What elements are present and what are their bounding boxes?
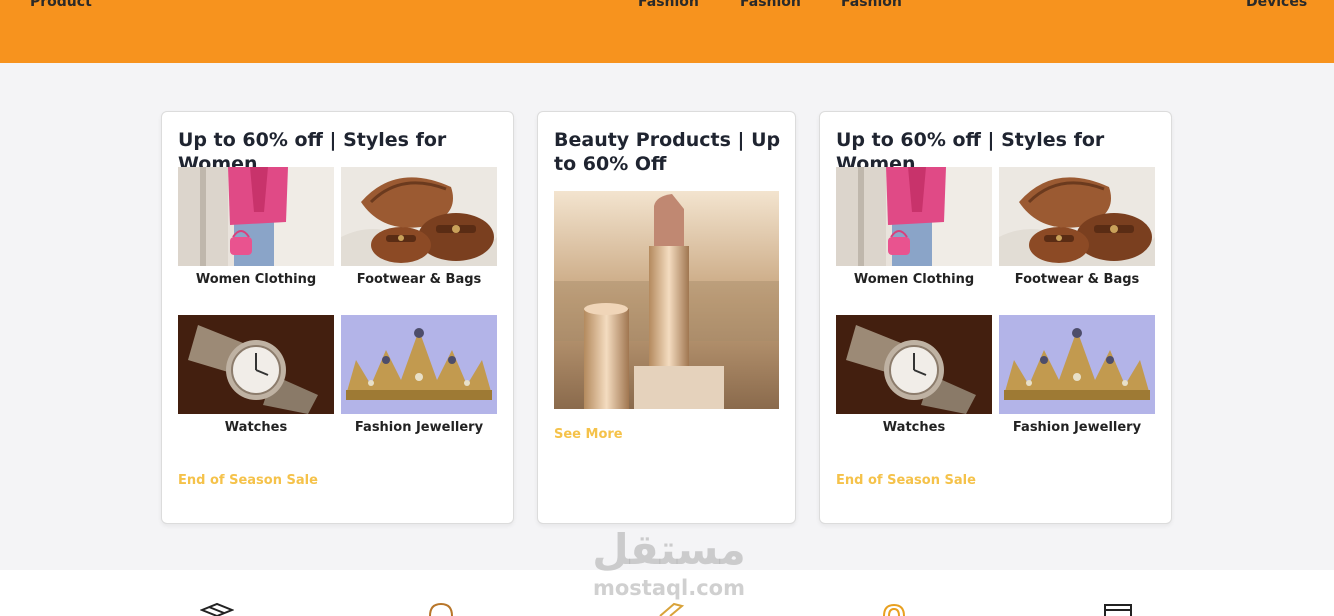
promo-card-beauty: Beauty Products | Up to 60% Off See More xyxy=(537,111,796,524)
nav-item-fashion-2[interactable]: Fashion xyxy=(740,0,801,10)
promo-card-women-styles-2: Up to 60% off | Styles for Women Women C… xyxy=(819,111,1172,524)
nav-item-devices[interactable]: Devices xyxy=(1246,0,1307,10)
box-icon xyxy=(200,602,234,616)
tile-label-fashion-jewellery[interactable]: Fashion Jewellery xyxy=(999,420,1155,435)
features-strip xyxy=(0,570,1334,616)
nav-item-fashion-3[interactable]: Fashion xyxy=(841,0,902,10)
end-of-season-sale-link[interactable]: End of Season Sale xyxy=(178,473,318,488)
women-clothing-image[interactable] xyxy=(836,167,992,266)
see-more-link[interactable]: See More xyxy=(554,427,623,442)
nav-item-product[interactable]: Product xyxy=(30,0,92,10)
tile-label-women-clothing[interactable]: Women Clothing xyxy=(836,272,992,287)
tile-label-footwear-bags[interactable]: Footwear & Bags xyxy=(341,272,497,287)
fashion-jewellery-image[interactable] xyxy=(341,315,497,414)
end-of-season-sale-link[interactable]: End of Season Sale xyxy=(836,473,976,488)
watermark-arabic: مستقل xyxy=(592,525,746,574)
fashion-jewellery-image[interactable] xyxy=(999,315,1155,414)
card-title: Beauty Products | Up to 60% Off xyxy=(554,129,781,175)
card-icon xyxy=(1100,602,1134,616)
footwear-bags-image[interactable] xyxy=(999,167,1155,266)
watches-image[interactable] xyxy=(178,315,334,414)
nav-item-fashion-1[interactable]: Fashion xyxy=(638,0,699,10)
tag-icon xyxy=(652,602,686,616)
lipstick-image[interactable] xyxy=(554,191,779,409)
watches-image[interactable] xyxy=(836,315,992,414)
bag-icon xyxy=(424,602,458,616)
tile-label-watches[interactable]: Watches xyxy=(178,420,334,435)
footwear-bags-image[interactable] xyxy=(341,167,497,266)
fingerprint-icon xyxy=(878,602,912,616)
tile-label-fashion-jewellery[interactable]: Fashion Jewellery xyxy=(341,420,497,435)
top-nav-bar: Product Fashion Fashion Fashion Devices xyxy=(0,0,1334,63)
tile-label-watches[interactable]: Watches xyxy=(836,420,992,435)
women-clothing-image[interactable] xyxy=(178,167,334,266)
promo-card-women-styles-1: Up to 60% off | Styles for Women Women C… xyxy=(161,111,514,524)
tile-label-footwear-bags[interactable]: Footwear & Bags xyxy=(999,272,1155,287)
tile-label-women-clothing[interactable]: Women Clothing xyxy=(178,272,334,287)
